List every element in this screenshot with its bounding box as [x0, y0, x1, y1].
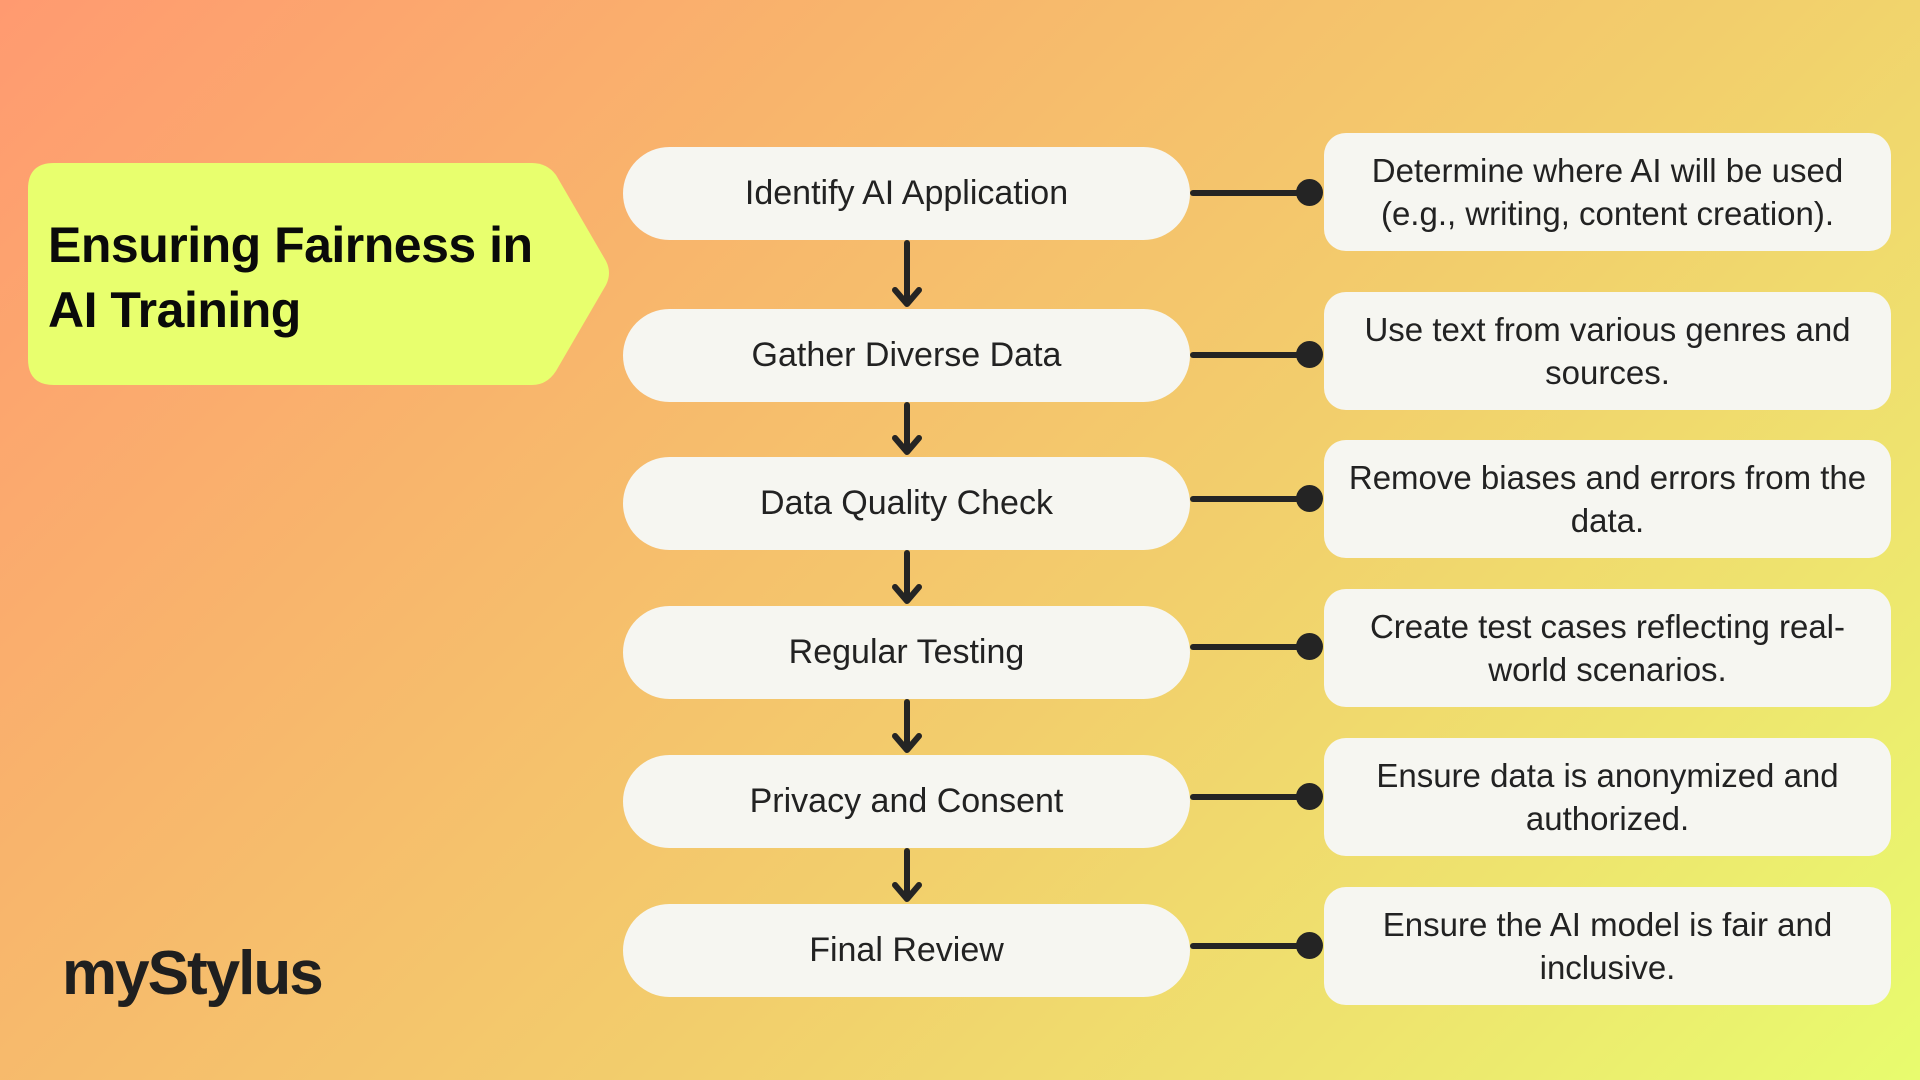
connector-dot-icon: [1296, 932, 1323, 959]
connector-dot-icon: [1296, 783, 1323, 810]
step-description-box: Create test cases reflecting real-world …: [1324, 589, 1891, 707]
step-description-box: Use text from various genres and sources…: [1324, 292, 1891, 410]
arrow-down-icon: [892, 699, 922, 753]
step-description: Remove biases and errors from the data.: [1348, 459, 1867, 539]
connector-line: [1190, 943, 1306, 949]
connector-line: [1190, 190, 1306, 196]
step-label: Privacy and Consent: [749, 782, 1064, 820]
step-description: Create test cases reflecting real-world …: [1369, 608, 1846, 688]
step-description-box: Ensure the AI model is fair and inclusiv…: [1324, 887, 1891, 1005]
step-label: Regular Testing: [788, 633, 1025, 671]
connector-line: [1190, 644, 1306, 650]
step-privacy-and-consent: Privacy and Consent: [623, 755, 1190, 848]
step-final-review: Final Review: [623, 904, 1190, 997]
connector-dot-icon: [1296, 341, 1323, 368]
arrow-down-icon: [892, 240, 922, 307]
page-title: Ensuring Fairness in AI Training: [48, 217, 533, 338]
step-label: Final Review: [809, 931, 1004, 969]
connector-dot-icon: [1296, 633, 1323, 660]
step-description: Determine where AI will be used (e.g., w…: [1371, 152, 1844, 232]
connector-line: [1190, 496, 1306, 502]
step-label: Gather Diverse Data: [751, 336, 1062, 374]
connector-line: [1190, 352, 1306, 358]
step-description: Ensure data is anonymized and authorized…: [1376, 757, 1839, 837]
arrow-down-icon: [892, 402, 922, 455]
arrow-down-icon: [892, 550, 922, 604]
step-label: Identify AI Application: [744, 174, 1069, 212]
step-data-quality-check: Data Quality Check: [623, 457, 1190, 550]
step-description-box: Determine where AI will be used (e.g., w…: [1324, 133, 1891, 251]
step-description-box: Ensure data is anonymized and authorized…: [1324, 738, 1891, 856]
arrow-down-icon: [892, 848, 922, 902]
step-description-box: Remove biases and errors from the data.: [1324, 440, 1891, 558]
title-banner: Ensuring Fairness in AI Training: [28, 163, 612, 385]
connector-line: [1190, 794, 1306, 800]
step-description: Ensure the AI model is fair and inclusiv…: [1382, 906, 1833, 986]
step-regular-testing: Regular Testing: [623, 606, 1190, 699]
step-description: Use text from various genres and sources…: [1364, 311, 1851, 391]
step-identify-ai-application: Identify AI Application: [623, 147, 1190, 240]
connector-dot-icon: [1296, 179, 1323, 206]
brand-logo: myStylus: [62, 939, 324, 1008]
step-gather-diverse-data: Gather Diverse Data: [623, 309, 1190, 402]
connector-dot-icon: [1296, 485, 1323, 512]
step-label: Data Quality Check: [760, 484, 1053, 522]
